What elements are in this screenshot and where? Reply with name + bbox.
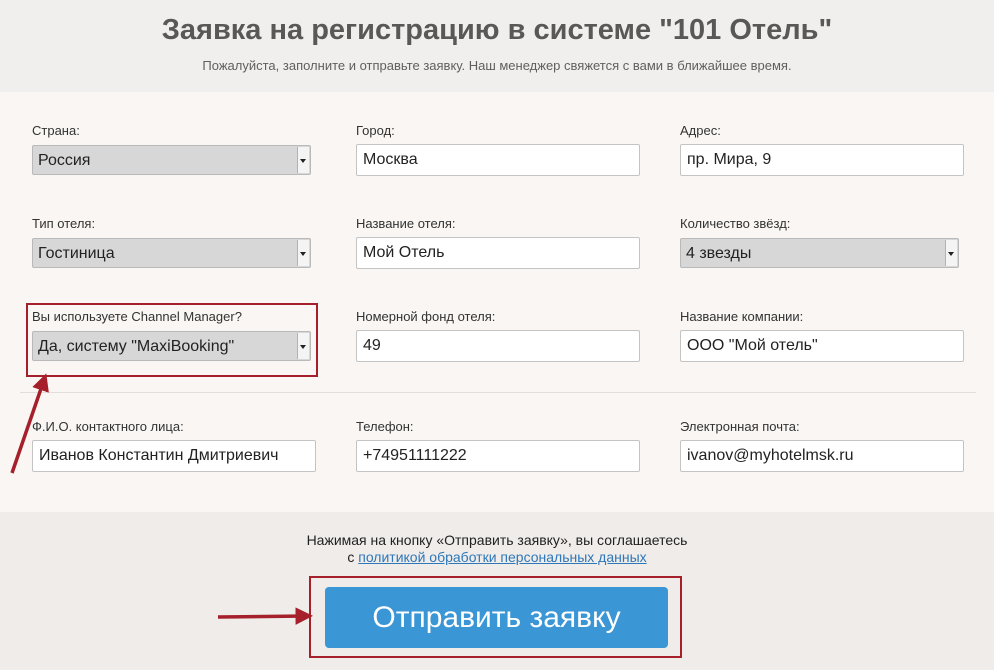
arrow-to-submit-button (217, 607, 313, 625)
annotation-arrows (10, 373, 313, 625)
arrow-to-channel-manager (10, 373, 49, 474)
